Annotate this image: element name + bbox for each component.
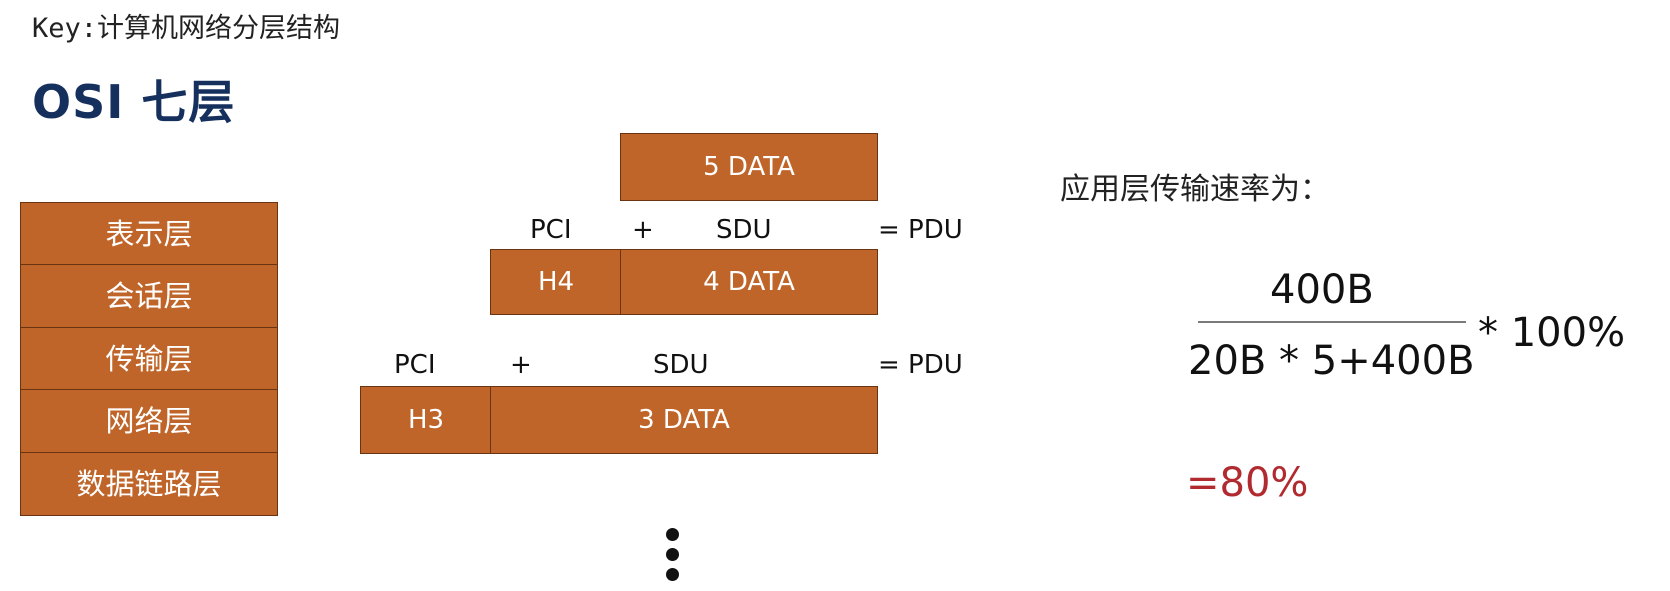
rate-caption: 应用层传输速率为： <box>1060 172 1330 207</box>
ellipsis-dot <box>666 528 679 541</box>
fraction-denominator: 20B * 5+400B <box>1188 338 1475 384</box>
fraction-bar <box>1198 321 1466 323</box>
row4-data-box: 4 DATA <box>620 249 878 315</box>
layer-session: 会话层 <box>20 264 278 328</box>
row3-data-box: 3 DATA <box>490 386 878 454</box>
fraction-numerator: 400B <box>1270 267 1374 313</box>
row4-plus-sign: + <box>632 215 654 245</box>
layer-network: 网络层 <box>20 389 278 453</box>
osi-layer-stack: 表示层 会话层 传输层 网络层 数据链路层 <box>20 201 278 516</box>
page-title: OSI 七层 <box>32 75 236 129</box>
layer-presentation: 表示层 <box>20 201 278 266</box>
row4-sdu-label: SDU <box>716 215 772 245</box>
row3-plus-sign: + <box>510 350 532 380</box>
key-heading: Key:计算机网络分层结构 <box>32 13 341 44</box>
layer-transport: 传输层 <box>20 326 278 391</box>
row3-header-box: H3 <box>360 386 492 454</box>
row4-pci-label: PCI <box>530 215 572 245</box>
layer-data-link: 数据链路层 <box>20 451 278 516</box>
row3-pci-label: PCI <box>394 350 436 380</box>
ellipsis-dot <box>666 548 679 561</box>
row4-header-box: H4 <box>490 249 622 315</box>
percent-multiplier: * 100% <box>1478 310 1626 356</box>
rate-result: =80% <box>1186 460 1309 506</box>
ellipsis-dot <box>666 568 679 581</box>
row3-sdu-label: SDU <box>653 350 709 380</box>
layer5-data-box: 5 DATA <box>620 133 878 201</box>
vertical-ellipsis <box>666 528 679 581</box>
row3-pdu-label: = PDU <box>878 350 963 380</box>
row4-pdu-label: = PDU <box>878 215 963 245</box>
